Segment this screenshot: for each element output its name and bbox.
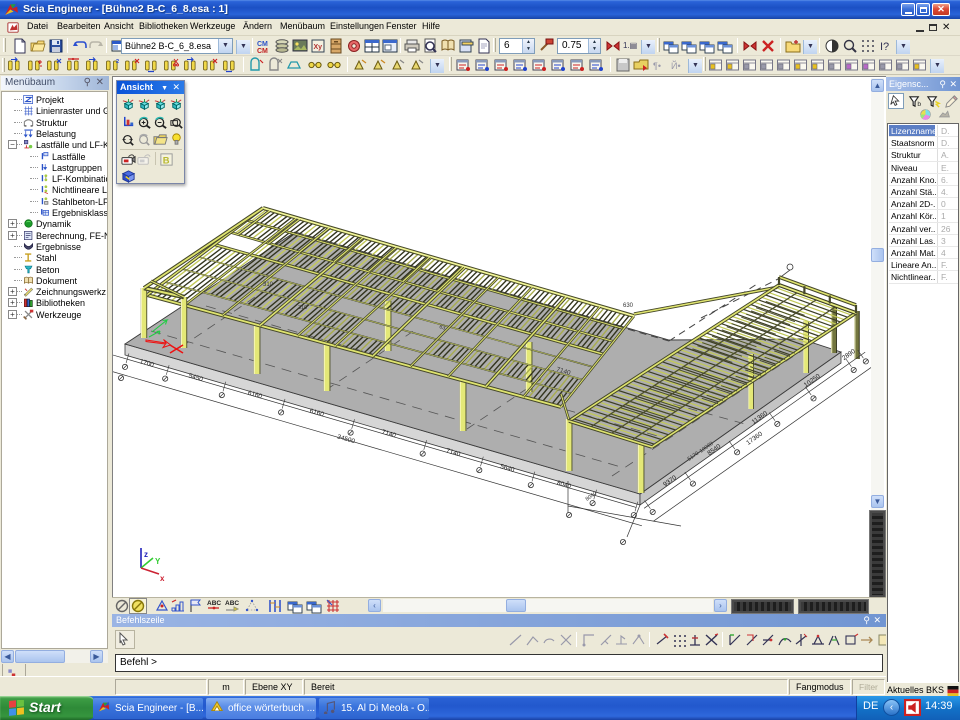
svg-text:CM: CM	[257, 48, 268, 54]
svg-text:34500: 34500	[336, 434, 356, 446]
svg-text:x: x	[160, 574, 165, 583]
svg-text:310: 310	[298, 305, 307, 311]
svg-text:Y: Y	[155, 557, 161, 566]
svg-text:B: B	[163, 155, 170, 165]
svg-text:z: z	[144, 550, 148, 559]
svg-text:2: 2	[116, 59, 119, 65]
svg-text:630: 630	[623, 303, 634, 309]
svg-text:17360: 17360	[745, 430, 764, 446]
svg-text:I?: I?	[880, 41, 889, 53]
svg-text:ABC: ABC	[225, 600, 239, 607]
svg-text:CM: CM	[257, 41, 268, 48]
svg-text:ABC: ABC	[207, 600, 221, 607]
svg-text:Й•: Й•	[671, 60, 681, 71]
svg-text:Xy: Xy	[314, 44, 323, 51]
svg-text:310: 310	[263, 282, 274, 288]
svg-text:¶•: ¶•	[653, 61, 661, 71]
